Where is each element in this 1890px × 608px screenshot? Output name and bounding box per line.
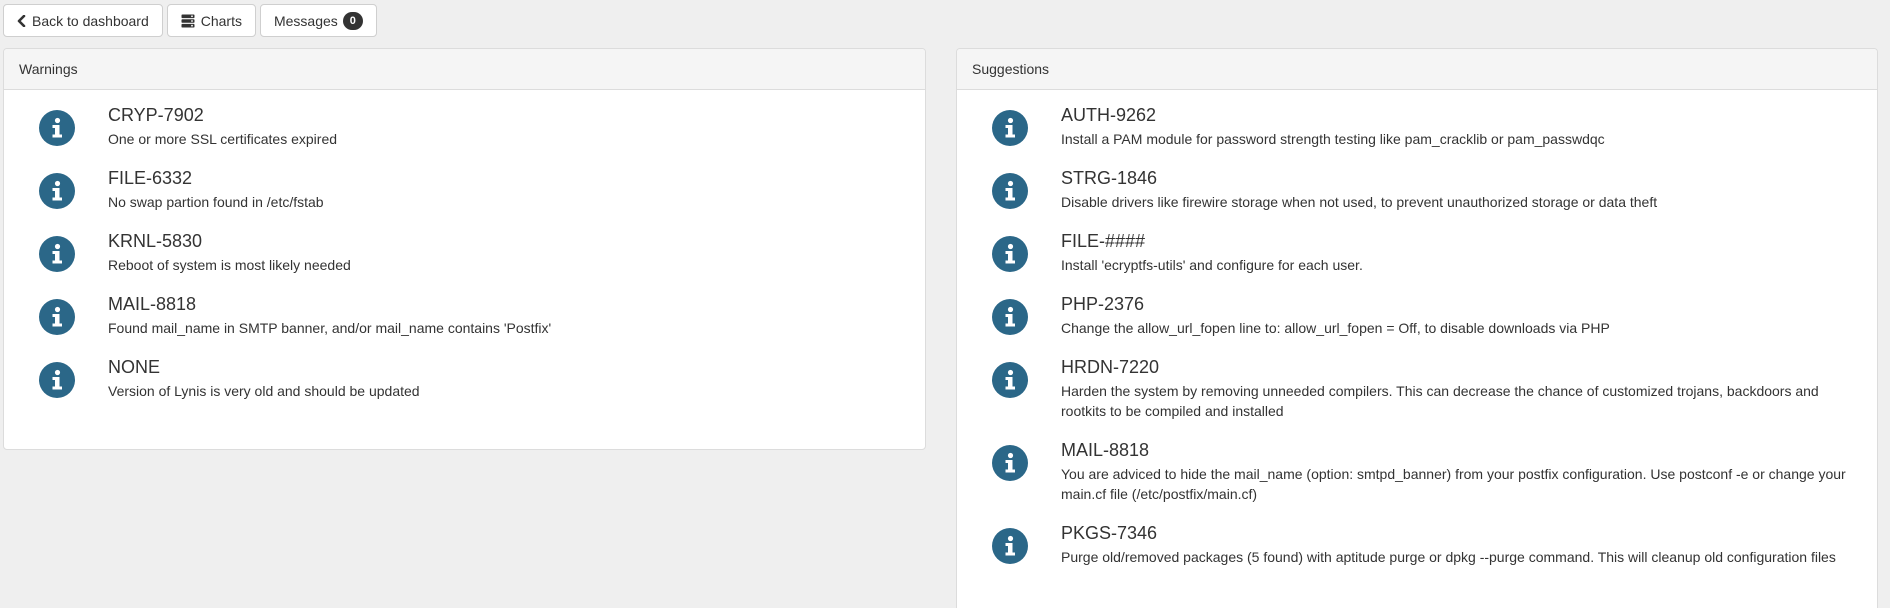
list-item: STRG-1846 Disable drivers like firewire s… [957, 166, 1877, 212]
messages-label: Messages [273, 12, 338, 29]
back-to-dashboard-label: Back to dashboard [32, 12, 149, 29]
item-description: Found mail_name in SMTP banner, and/or m… [108, 320, 552, 336]
list-item: HRDN-7220 Harden the system by removing u… [957, 355, 1877, 421]
info-circle-icon [992, 299, 1028, 335]
list-item: MAIL-8818 Found mail_name in SMTP banner,… [4, 292, 925, 338]
info-circle-icon [39, 362, 75, 398]
item-id: CRYP-7902 [108, 105, 204, 125]
item-text: STRG-1846 Disable drivers like firewire s… [1061, 166, 1677, 212]
item-id: PKGS-7346 [1061, 523, 1158, 543]
item-text: FILE-6332 No swap partion found in /etc/f… [108, 166, 344, 212]
info-circle-icon [39, 236, 75, 272]
warnings-list: CRYP-7902 One or more SSL certificates ex… [4, 90, 925, 401]
suggestions-panel: Suggestions AUTH-9262 Install a PAM modul… [956, 48, 1878, 608]
item-id: HRDN-7220 [1061, 357, 1160, 377]
list-item: MAIL-8818 You are adviced to hide the mai… [957, 438, 1877, 504]
item-id: PHP-2376 [1061, 294, 1145, 314]
item-id: STRG-1846 [1061, 168, 1158, 188]
info-circle-icon [992, 110, 1028, 146]
item-id: FILE-#### [1061, 231, 1146, 251]
info-circle-icon [39, 110, 75, 146]
suggestions-heading: Suggestions [957, 49, 1877, 90]
item-description: Change the allow_url_fopen line to: allo… [1061, 320, 1610, 336]
info-circle-icon [992, 528, 1028, 564]
server-stack-icon [181, 14, 195, 28]
info-circle-icon [39, 173, 75, 209]
item-description: Install a PAM module for password streng… [1061, 131, 1605, 147]
list-item: AUTH-9262 Install a PAM module for passwo… [957, 103, 1877, 149]
item-text: AUTH-9262 Install a PAM module for passwo… [1061, 103, 1625, 149]
item-description: Version of Lynis is very old and should … [108, 383, 420, 399]
item-id: MAIL-8818 [1061, 440, 1150, 460]
messages-button[interactable]: Messages 0 [259, 4, 377, 37]
item-id: KRNL-5830 [108, 231, 203, 251]
warnings-heading: Warnings [4, 49, 925, 90]
list-item: FILE-6332 No swap partion found in /etc/f… [4, 166, 925, 212]
warnings-panel: Warnings CRYP-7902 One or more SSL certif… [3, 48, 926, 450]
toolbar: Back to dashboard Charts Messages 0 [3, 4, 377, 37]
item-description: Disable drivers like firewire storage wh… [1061, 194, 1658, 210]
item-id: FILE-6332 [108, 168, 193, 188]
item-text: MAIL-8818 Found mail_name in SMTP banner,… [108, 292, 571, 338]
messages-count-badge: 0 [342, 11, 363, 30]
charts-button[interactable]: Charts [166, 4, 256, 37]
info-circle-icon [992, 445, 1028, 481]
item-id: AUTH-9262 [1061, 105, 1157, 125]
list-item: FILE-#### Install 'ecryptfs-utils' and co… [957, 229, 1877, 275]
charts-label: Charts [200, 12, 242, 29]
item-description: One or more SSL certificates expired [108, 131, 338, 147]
item-text: PHP-2376 Change the allow_url_fopen line … [1061, 292, 1630, 338]
item-text: KRNL-5830 Reboot of system is most likely… [108, 229, 371, 275]
info-circle-icon [992, 236, 1028, 272]
list-item: PHP-2376 Change the allow_url_fopen line … [957, 292, 1877, 338]
info-circle-icon [992, 362, 1028, 398]
item-id: NONE [108, 357, 161, 377]
item-description: Harden the system by removing unneeded c… [1061, 383, 1819, 419]
chevron-left-icon [17, 14, 26, 27]
item-description: Reboot of system is most likely needed [108, 257, 351, 273]
list-item: KRNL-5830 Reboot of system is most likely… [4, 229, 925, 275]
item-text: PKGS-7346 Purge old/removed packages (5 f… [1061, 521, 1856, 567]
item-id: MAIL-8818 [108, 294, 197, 314]
list-item: PKGS-7346 Purge old/removed packages (5 f… [957, 521, 1877, 567]
item-text: CRYP-7902 One or more SSL certificates ex… [108, 103, 357, 149]
item-description: Purge old/removed packages (5 found) wit… [1061, 549, 1836, 565]
item-text: MAIL-8818 You are adviced to hide the mai… [1061, 438, 1877, 504]
item-text: NONE Version of Lynis is very old and sho… [108, 355, 440, 401]
list-item: NONE Version of Lynis is very old and sho… [4, 355, 925, 401]
back-to-dashboard-button[interactable]: Back to dashboard [3, 4, 163, 37]
item-text: FILE-#### Install 'ecryptfs-utils' and co… [1061, 229, 1383, 275]
item-text: HRDN-7220 Harden the system by removing u… [1061, 355, 1877, 421]
suggestions-list: AUTH-9262 Install a PAM module for passwo… [957, 90, 1877, 567]
info-circle-icon [39, 299, 75, 335]
item-description: Install 'ecryptfs-utils' and configure f… [1061, 257, 1363, 273]
item-description: You are adviced to hide the mail_name (o… [1061, 466, 1846, 502]
list-item: CRYP-7902 One or more SSL certificates ex… [4, 103, 925, 149]
info-circle-icon [992, 173, 1028, 209]
item-description: No swap partion found in /etc/fstab [108, 194, 324, 210]
